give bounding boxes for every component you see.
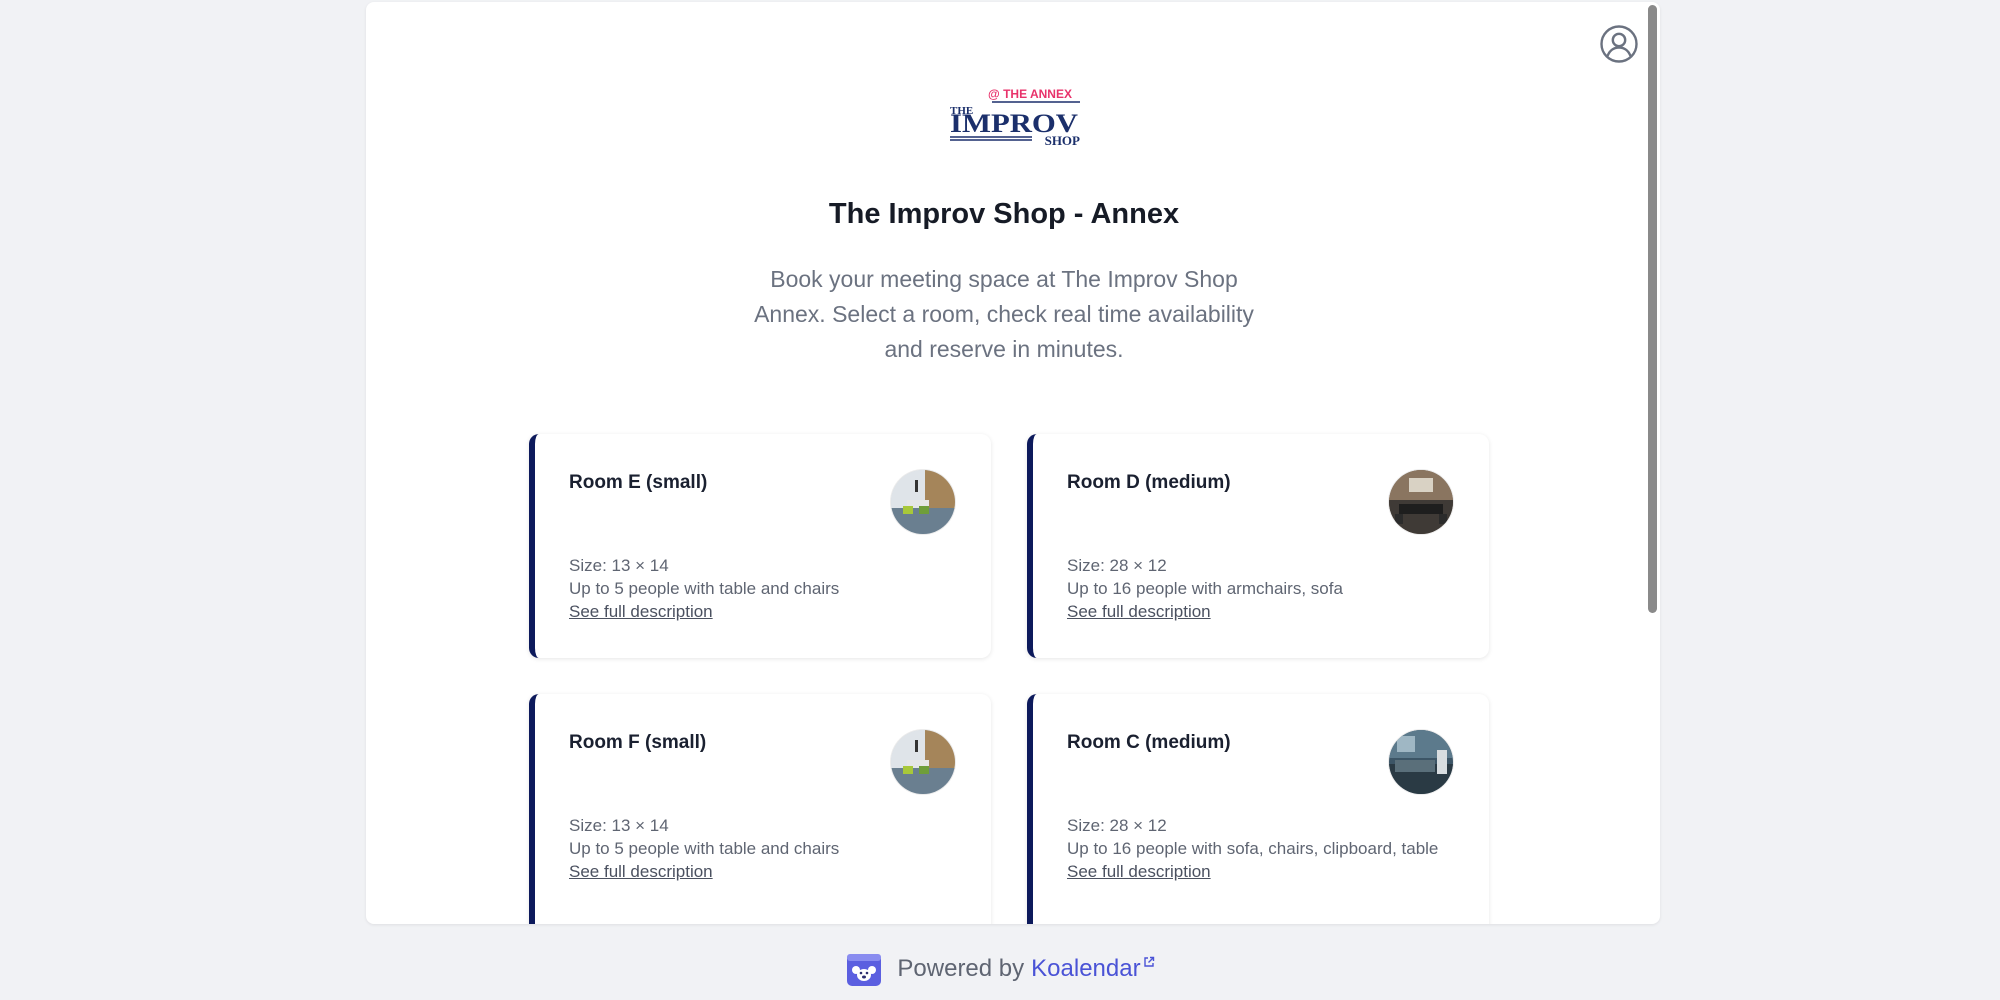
room-size: Size: 28 × 12 [1067,816,1167,835]
external-link-icon [1143,956,1155,971]
page-title: The Improv Shop - Annex [828,198,1180,230]
room-capacity: Up to 5 people with table and chairs [569,579,840,598]
room-capacity: Up to 5 people with table and chairs [569,839,840,858]
room-size: Size: 13 × 14 [569,556,669,575]
user-circle-icon [1600,25,1638,63]
room-card-e[interactable]: Room E (small) Size: 13 × 14 Up to 5 peo… [529,434,991,658]
room-name: Room D (medium) [1067,472,1231,493]
see-full-description-link[interactable]: See full description [569,600,713,623]
room-details: Size: 13 × 14 Up to 5 people with table … [569,814,969,883]
room-size: Size: 13 × 14 [569,816,669,835]
scrollbar-thumb[interactable] [1648,5,1657,613]
improv-shop-logo: @ THE ANNEX THE IMPROV SHOP [946,86,1086,148]
room-capacity: Up to 16 people with armchairs, sofa [1067,579,1343,598]
svg-text:@ THE ANNEX: @ THE ANNEX [988,87,1072,101]
room-card-f[interactable]: Room F (small) Size: 13 × 14 Up to 5 peo… [529,694,991,924]
room-name: Room C (medium) [1067,732,1231,753]
room-thumbnail [1389,470,1453,534]
account-button[interactable] [1599,24,1639,64]
powered-by-text: Powered by [897,955,1025,982]
see-full-description-link[interactable]: See full description [569,860,713,883]
room-card-c[interactable]: Room C (medium) Size: 28 × 12 Up to 16 p… [1027,694,1489,924]
see-full-description-link[interactable]: See full description [1067,600,1211,623]
scrollbar[interactable] [1646,2,1660,924]
room-name: Room F (small) [569,732,707,753]
room-details: Size: 28 × 12 Up to 16 people with armch… [1067,554,1467,623]
page-subtitle: Book your meeting space at The Improv Sh… [754,266,1254,362]
room-thumbnail [891,730,955,794]
room-card-d[interactable]: Room D (medium) Size: 28 × 12 Up to 16 p… [1027,434,1489,658]
room-name: Room E (small) [569,472,708,493]
svg-text:SHOP: SHOP [1045,133,1080,148]
koalendar-logo-icon [845,950,883,988]
room-thumbnail [1389,730,1453,794]
room-details: Size: 28 × 12 Up to 16 people with sofa,… [1067,814,1467,883]
room-size: Size: 28 × 12 [1067,556,1167,575]
booking-panel: @ THE ANNEX THE IMPROV SHOP The Improv S… [366,2,1660,924]
koalendar-link[interactable]: Koalendar [1031,955,1140,983]
room-capacity: Up to 16 people with sofa, chairs, clipb… [1067,839,1439,858]
room-thumbnail [891,470,955,534]
footer: Powered by Koalendar [0,950,2000,988]
see-full-description-link[interactable]: See full description [1067,860,1211,883]
room-details: Size: 13 × 14 Up to 5 people with table … [569,554,969,623]
